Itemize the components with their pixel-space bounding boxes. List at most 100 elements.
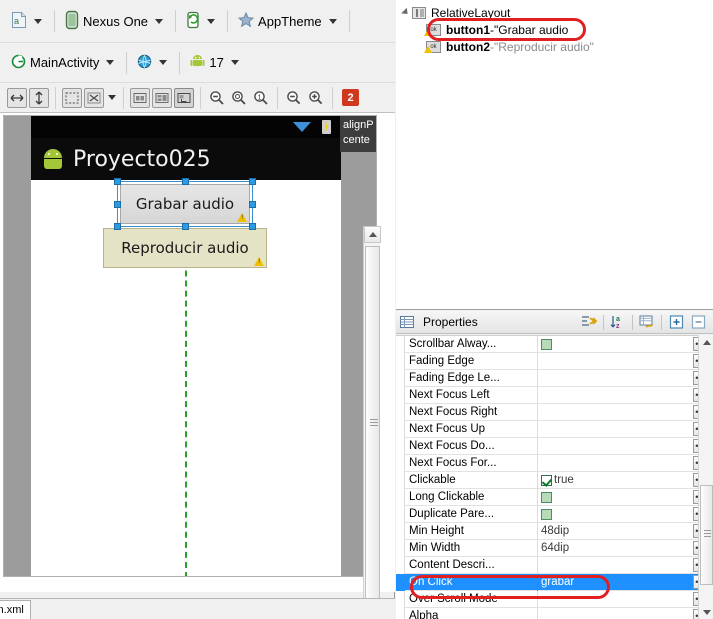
property-checkbox[interactable] (541, 491, 552, 503)
property-checkbox[interactable] (541, 474, 552, 486)
restore-default-icon[interactable] (638, 313, 656, 331)
device-selector[interactable]: Nexus One (60, 8, 170, 34)
scroll-thumb-vertical[interactable] (365, 246, 380, 616)
activity-selector[interactable]: MainActivity (6, 50, 121, 76)
sort-alpha-icon[interactable]: a z (609, 313, 627, 331)
theme-selector[interactable]: AppTheme (233, 8, 344, 34)
show-advanced-icon[interactable] (580, 313, 598, 331)
property-row[interactable]: Fading Edge Le...••• (396, 369, 713, 387)
property-value-cell[interactable] (538, 557, 693, 574)
property-row[interactable]: Next Focus Left••• (396, 386, 713, 404)
zoom-out-icon[interactable] (207, 88, 227, 108)
error-count-badge[interactable]: 2 (342, 89, 359, 106)
property-value-cell[interactable] (538, 506, 693, 523)
canvas-vertical-scrollbar[interactable] (363, 226, 381, 619)
property-value-cell[interactable] (538, 387, 693, 404)
expand-all-icon[interactable] (667, 313, 685, 331)
property-row[interactable]: Clickabletrue••• (396, 471, 713, 489)
property-row[interactable]: Scrollbar Alway...••• (396, 336, 713, 353)
property-row[interactable]: Fading Edge••• (396, 352, 713, 370)
tab-main-xml[interactable]: ain.xml (0, 600, 31, 619)
property-row[interactable]: Min Width64dip••• (396, 539, 713, 557)
property-row[interactable]: Next Focus Do...••• (396, 437, 713, 455)
property-value-cell[interactable] (538, 455, 693, 472)
properties-scroll-up-button[interactable] (700, 335, 713, 349)
expand-icon[interactable] (84, 87, 104, 108)
zoom-100-icon[interactable]: 1 (251, 88, 271, 108)
preview-button-grabar[interactable]: Grabar audio (120, 184, 250, 224)
zoom-fit-icon[interactable] (229, 88, 249, 108)
layout-bounds-icon[interactable] (152, 87, 172, 108)
property-value-cell[interactable] (538, 421, 693, 438)
preview-button-reproducir-label: Reproducir audio (121, 239, 249, 257)
property-row[interactable]: Min Height48dip••• (396, 522, 713, 540)
android-api-icon (190, 54, 205, 72)
zoom-minus-icon[interactable] (284, 88, 304, 108)
resize-handle-e[interactable] (249, 201, 256, 208)
outline-mode-icon[interactable] (130, 87, 150, 108)
property-row-gutter (396, 522, 405, 540)
property-row[interactable]: Content Descri...••• (396, 556, 713, 574)
property-name: Fading Edge (405, 352, 538, 370)
fit-width-icon[interactable] (7, 87, 27, 108)
orientation-selector[interactable] (181, 8, 222, 34)
scroll-up-button[interactable] (364, 226, 381, 243)
properties-table[interactable]: Scrollbar Alway...•••Fading Edge•••Fadin… (396, 335, 713, 619)
android-status-bar (31, 116, 341, 138)
property-name: Next Focus Left (405, 386, 538, 404)
property-value-cell[interactable] (538, 591, 693, 608)
file-config-icon: a (11, 11, 27, 32)
property-value-cell[interactable]: true (538, 472, 693, 489)
divider (54, 10, 55, 32)
property-value-cell[interactable] (538, 353, 693, 370)
zoom-plus-icon[interactable] (306, 88, 326, 108)
locale-selector[interactable] (132, 50, 174, 76)
render-mode-icon[interactable] (174, 87, 194, 108)
fit-height-icon[interactable] (29, 87, 49, 108)
layout-root-relativelayout[interactable]: Grabar audio Reproducir audio (31, 178, 341, 576)
tree-node-button2[interactable]: ok button2 - "Reproducir audio" (396, 38, 713, 55)
property-value-cell[interactable] (538, 608, 693, 619)
property-checkbox[interactable] (541, 338, 552, 350)
properties-scroll-down-button[interactable] (700, 605, 713, 619)
tree-expand-arrow-icon[interactable] (400, 7, 412, 17)
property-row-gutter (396, 336, 405, 353)
design-canvas[interactable]: Proyecto025 Grabar audio Reproducir audi… (0, 112, 395, 619)
property-row[interactable]: Duplicate Pare...••• (396, 505, 713, 523)
preview-button-reproducir[interactable]: Reproducir audio (103, 228, 267, 268)
property-row-gutter (396, 420, 405, 438)
property-row[interactable]: Over Scroll Mode••• (396, 590, 713, 608)
api-level-selector[interactable]: 17 (185, 50, 245, 76)
property-name: On Click (405, 573, 538, 591)
property-row[interactable]: Alpha••• (396, 607, 713, 619)
tree-node-button1[interactable]: ok button1 - "Grabar audio (396, 21, 713, 38)
select-all-icon[interactable] (62, 87, 82, 108)
chevron-down-icon[interactable] (108, 95, 116, 100)
property-row[interactable]: Next Focus Right••• (396, 403, 713, 421)
property-row[interactable]: Long Clickable••• (396, 488, 713, 506)
property-value-cell[interactable] (538, 438, 693, 455)
property-value-text: true (554, 473, 574, 486)
property-value-cell[interactable]: grabar (538, 574, 693, 591)
resize-handle-ne[interactable] (249, 178, 256, 185)
svg-text:a: a (616, 316, 620, 323)
property-row[interactable]: Next Focus Up••• (396, 420, 713, 438)
property-checkbox[interactable] (541, 508, 552, 520)
property-value-cell[interactable] (538, 336, 693, 353)
property-value-cell[interactable] (538, 489, 693, 506)
property-value-cell[interactable]: 64dip (538, 540, 693, 557)
property-row[interactable]: On Clickgrabar••• (396, 573, 713, 591)
ide-window: a Nexus One AppTheme MainActivity 17 1 2… (0, 0, 713, 619)
collapse-all-icon[interactable] (689, 313, 707, 331)
property-name: Duplicate Pare... (405, 505, 538, 523)
properties-header: Properties a z (396, 311, 713, 334)
property-value-cell[interactable] (538, 370, 693, 387)
tree-node-relativelayout[interactable]: RelativeLayout (396, 4, 713, 21)
property-row[interactable]: Next Focus For...••• (396, 454, 713, 472)
editor-bottom-tabs: ain.xml (0, 598, 395, 619)
properties-scroll-thumb[interactable] (700, 485, 713, 585)
property-value-cell[interactable]: 48dip (538, 523, 693, 540)
file-config-button[interactable]: a (6, 8, 49, 34)
property-value-cell[interactable] (538, 404, 693, 421)
properties-vertical-scrollbar[interactable] (698, 335, 713, 619)
